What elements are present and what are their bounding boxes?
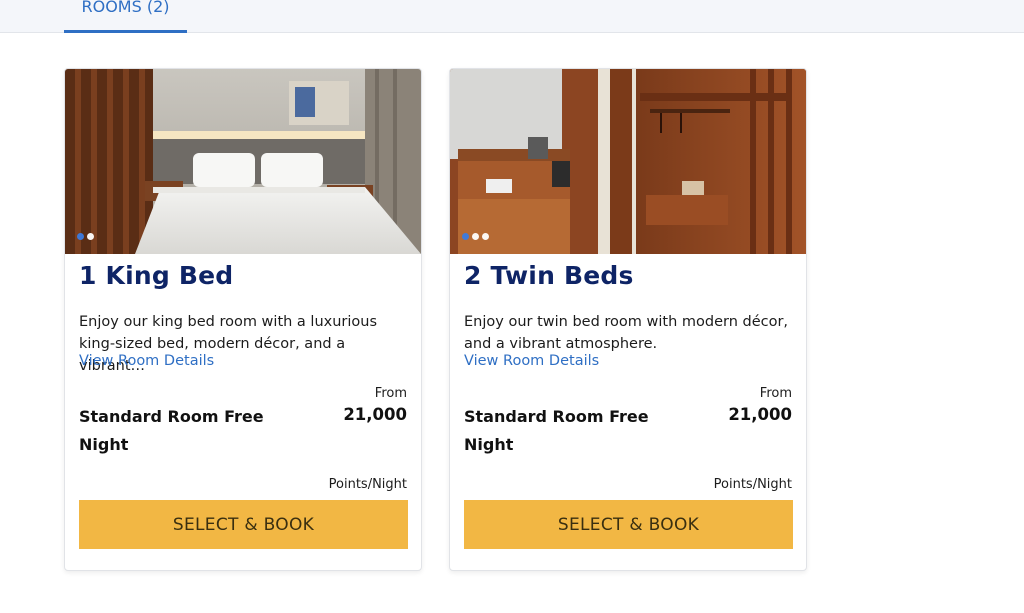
carousel-dot[interactable] xyxy=(87,233,94,240)
room-photo-image xyxy=(450,69,806,254)
from-label: From xyxy=(759,386,792,401)
room-description: Enjoy our twin bed room with modern déco… xyxy=(464,314,789,352)
price-unit: Points/Night xyxy=(713,477,792,492)
tab-bar: ROOMS (2) xyxy=(0,0,1024,33)
room-photo[interactable] xyxy=(450,69,806,254)
select-and-book-button[interactable]: SELECT & BOOK xyxy=(79,500,408,549)
tab-rooms-label: ROOMS (2) xyxy=(81,0,170,16)
rate-name: Standard Room Free Night xyxy=(464,407,649,454)
room-card-king: 1 King Bed Enjoy our king bed room with … xyxy=(64,68,422,571)
from-label: From xyxy=(374,386,407,401)
room-photo-image xyxy=(65,69,421,254)
carousel-dot[interactable] xyxy=(462,233,469,240)
room-title: 1 King Bed xyxy=(79,261,234,290)
select-and-book-button[interactable]: SELECT & BOOK xyxy=(464,500,793,549)
carousel-dot[interactable] xyxy=(77,233,84,240)
price-unit: Points/Night xyxy=(328,477,407,492)
carousel-dot[interactable] xyxy=(472,233,479,240)
carousel-dot[interactable] xyxy=(482,233,489,240)
tab-rooms[interactable]: ROOMS (2) xyxy=(64,0,187,33)
view-room-details-link[interactable]: View Room Details xyxy=(79,353,214,369)
carousel-dots[interactable] xyxy=(77,233,94,240)
price-points: 21,000 xyxy=(728,405,792,424)
rate-name: Standard Room Free Night xyxy=(79,407,264,454)
room-photo[interactable] xyxy=(65,69,421,254)
view-room-details-link[interactable]: View Room Details xyxy=(464,353,599,369)
room-title: 2 Twin Beds xyxy=(464,261,634,290)
price-points: 21,000 xyxy=(343,405,407,424)
carousel-dots[interactable] xyxy=(462,233,489,240)
room-card-twin: 2 Twin Beds Enjoy our twin bed room with… xyxy=(449,68,807,571)
